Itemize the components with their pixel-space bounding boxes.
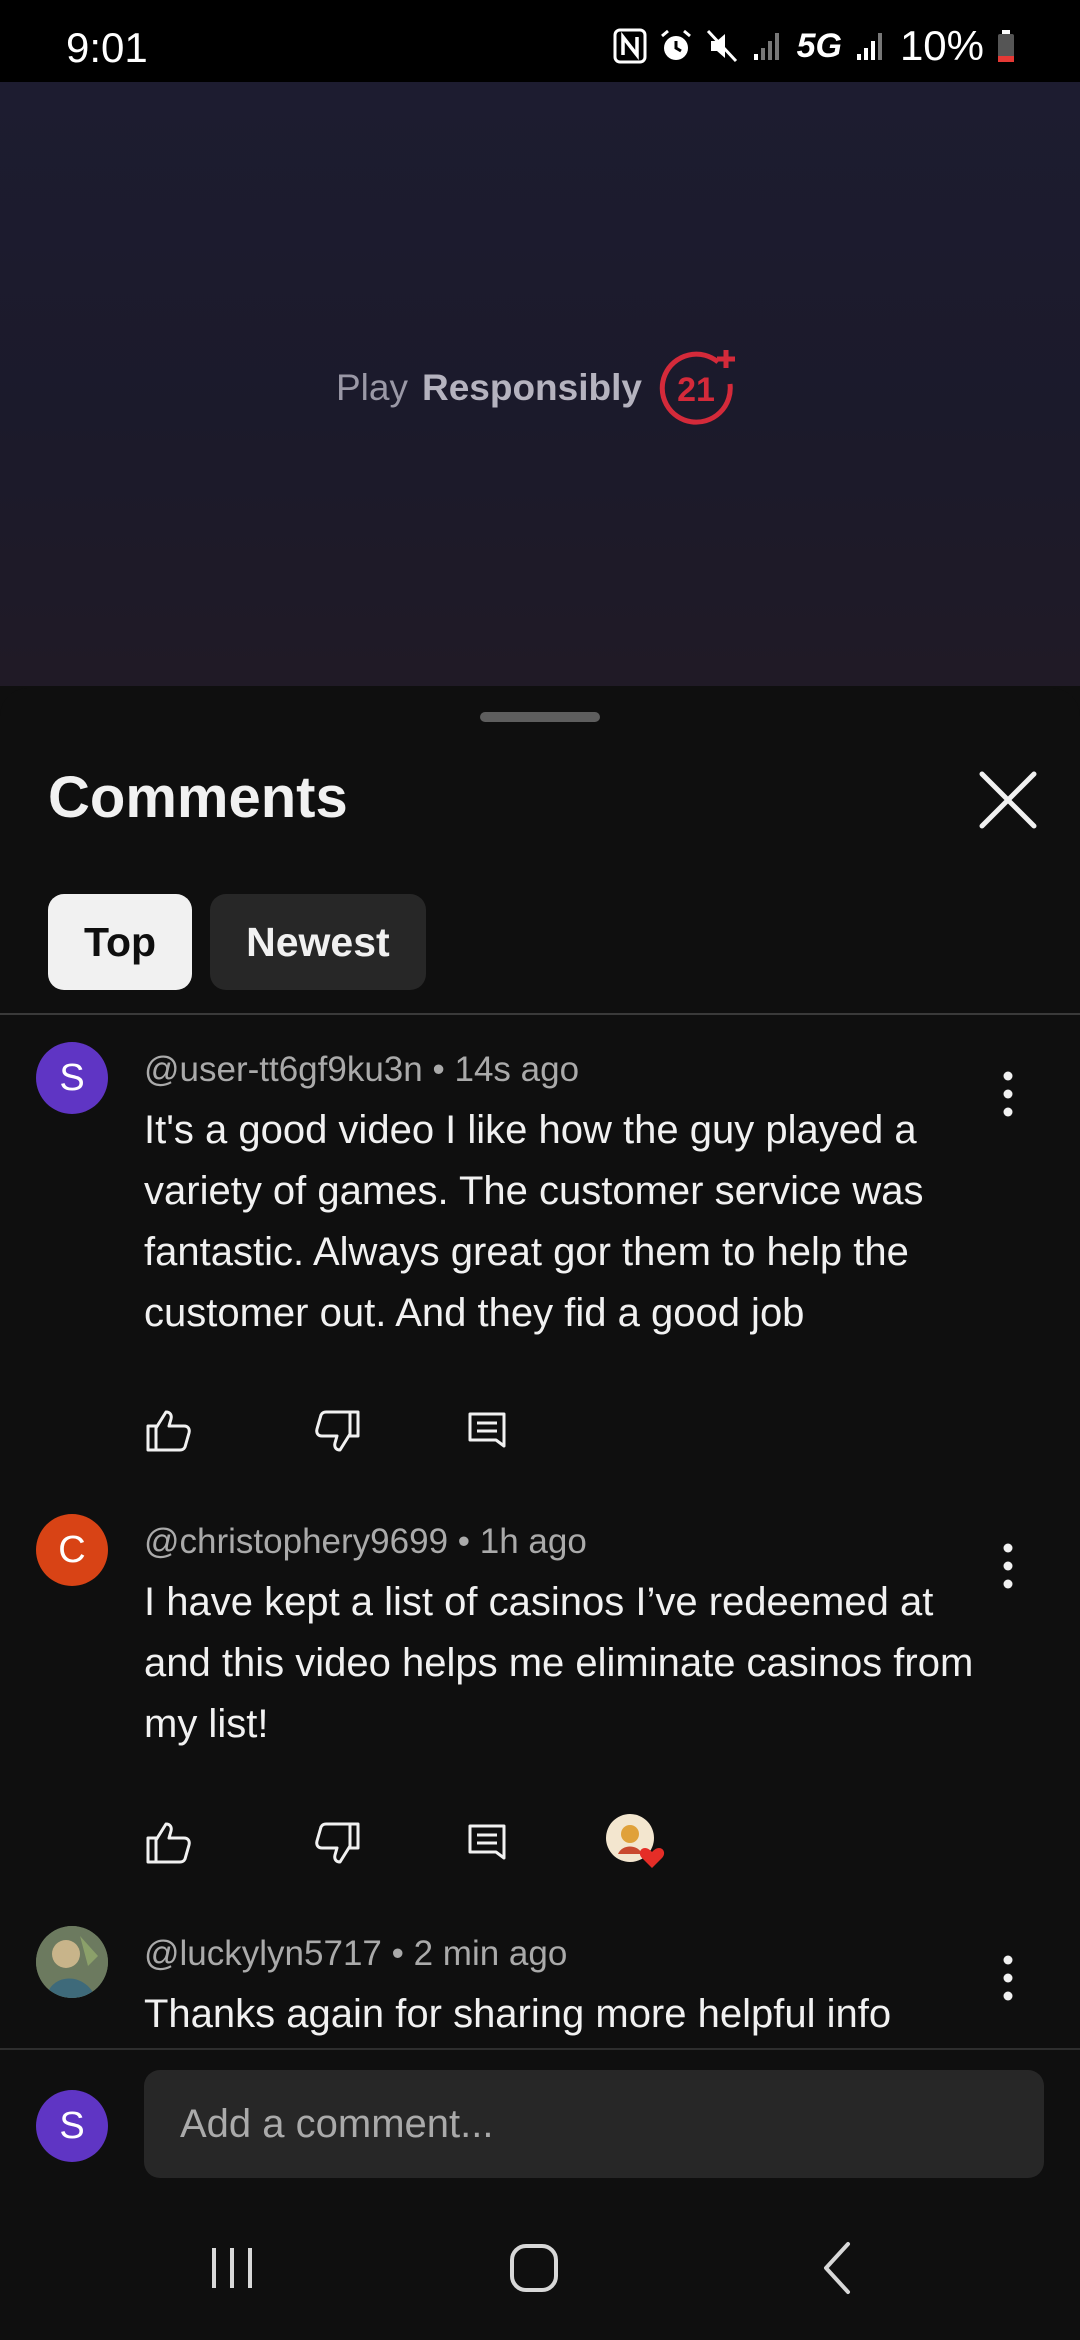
system-nav-bar <box>0 2190 1080 2340</box>
add-comment-bar: S <box>0 2048 1080 2178</box>
meta-separator: • <box>391 1934 404 1973</box>
like-icon[interactable] <box>144 1818 194 1868</box>
reply-icon[interactable] <box>464 1818 514 1868</box>
status-icons: 5G 10% <box>613 22 1016 69</box>
signal-icon <box>856 33 882 60</box>
nfc-icon <box>613 28 647 64</box>
drag-handle[interactable] <box>480 712 600 722</box>
meta-separator: • <box>432 1050 445 1089</box>
avatar-letter: C <box>58 1528 86 1571</box>
comments-list[interactable]: S @user-tt6gf9ku3n • 14s ago It's a good… <box>0 1016 1080 2048</box>
comment-text: Thanks again for sharing more helpful in… <box>144 1992 892 2036</box>
add-comment-input[interactable] <box>144 2070 1044 2178</box>
more-vert-icon[interactable] <box>988 1536 1028 1596</box>
comment-author[interactable]: @luckylyn5717 <box>144 1934 382 1973</box>
more-vert-icon[interactable] <box>988 1064 1028 1124</box>
banner-word-play: Play <box>336 367 408 408</box>
comments-title: Comments <box>48 765 348 830</box>
comment-meta: @luckylyn5717 • 2 min ago <box>144 1934 567 1974</box>
avatar-letter: S <box>59 2104 85 2147</box>
reply-icon[interactable] <box>464 1406 514 1456</box>
back-icon[interactable] <box>798 2228 878 2308</box>
home-icon[interactable] <box>494 2228 574 2308</box>
sort-chips: Top Newest <box>48 894 426 990</box>
avatar-photo-icon <box>36 1926 108 1998</box>
creator-heart-icon <box>606 1814 665 1868</box>
avatar[interactable] <box>36 1926 108 1998</box>
comment-time: 2 min ago <box>413 1934 568 1973</box>
avatar[interactable]: S <box>36 1042 108 1114</box>
play-responsibly-banner: Play Responsibly 21 <box>336 346 740 430</box>
user-avatar[interactable]: S <box>36 2090 108 2162</box>
network-type: 5G <box>796 26 842 65</box>
status-bar: 9:01 5G 10% <box>0 0 1080 82</box>
comment-meta: @user-tt6gf9ku3n • 14s ago <box>144 1050 579 1090</box>
banner-word-responsibly: Responsibly <box>421 367 642 408</box>
comment-author[interactable]: @christophery9699 <box>144 1522 448 1561</box>
status-time: 9:01 <box>66 24 148 71</box>
comment-time: 14s ago <box>454 1050 580 1089</box>
dislike-icon[interactable] <box>312 1818 362 1868</box>
divider <box>0 1013 1080 1015</box>
comment-actions <box>144 1814 744 1878</box>
close-icon[interactable] <box>972 764 1044 836</box>
alarm-icon <box>660 29 691 60</box>
battery-percent: 10% <box>899 22 984 69</box>
dislike-icon[interactable] <box>312 1406 362 1456</box>
comment-actions <box>144 1406 744 1466</box>
comment-meta: @christophery9699 • 1h ago <box>144 1522 587 1562</box>
like-icon[interactable] <box>144 1406 194 1456</box>
age-21-badge-icon: 21 <box>659 350 735 425</box>
comment-text: I have kept a list of casinos I’ve redee… <box>144 1580 974 1746</box>
comment-text: It's a good video I like how the guy pla… <box>144 1108 924 1335</box>
recents-icon[interactable] <box>192 2228 272 2308</box>
avatar[interactable]: C <box>36 1514 108 1586</box>
more-vert-icon[interactable] <box>988 1948 1028 2008</box>
comment-time: 1h ago <box>479 1522 587 1561</box>
video-player[interactable]: Play Responsibly 21 <box>0 82 1080 770</box>
battery-icon <box>998 30 1014 62</box>
comment-author[interactable]: @user-tt6gf9ku3n <box>144 1050 423 1089</box>
signal-weak-icon <box>753 33 779 60</box>
age-badge-text: 21 <box>677 371 715 409</box>
meta-separator: • <box>457 1522 471 1561</box>
mute-icon <box>706 29 737 63</box>
avatar-letter: S <box>59 1056 85 1099</box>
tab-top[interactable]: Top <box>48 894 193 990</box>
tab-newest[interactable]: Newest <box>210 894 426 990</box>
